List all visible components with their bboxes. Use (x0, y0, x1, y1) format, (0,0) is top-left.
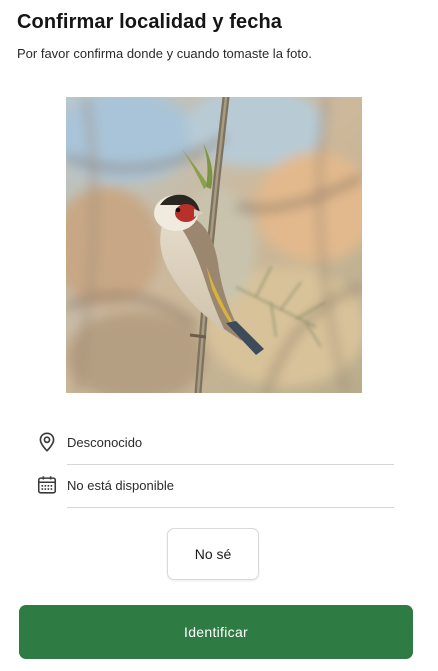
unknown-button[interactable]: No sé (167, 528, 259, 580)
divider (67, 464, 394, 465)
location-value: Desconocido (67, 435, 143, 450)
location-row[interactable]: Desconocido (36, 431, 394, 471)
date-value: No está disponible (67, 478, 174, 493)
identify-button[interactable]: Identificar (19, 605, 413, 659)
page-title: Confirmar localidad y fecha (17, 11, 282, 33)
divider (67, 507, 394, 508)
page-subtitle: Por favor confirma donde y cuando tomast… (17, 46, 312, 61)
date-row[interactable]: No está disponible (36, 474, 394, 514)
bird-photo-image (66, 97, 362, 393)
calendar-icon (36, 474, 58, 496)
bird-photo (66, 97, 362, 393)
location-pin-icon (36, 431, 58, 453)
